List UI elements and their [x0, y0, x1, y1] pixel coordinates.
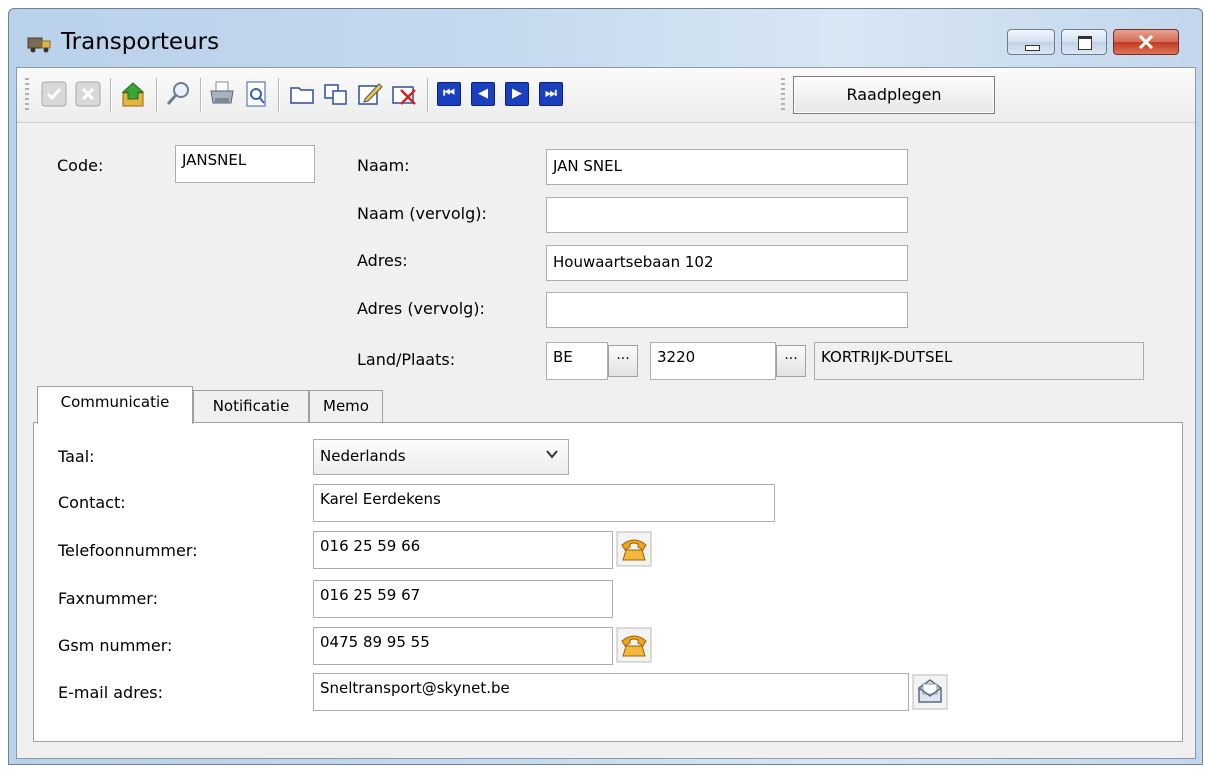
adres-vervolg-field[interactable]	[546, 292, 908, 328]
export-icon[interactable]	[119, 79, 149, 109]
check-icon[interactable]	[39, 79, 69, 109]
toolbar-grip[interactable]	[25, 78, 29, 112]
land-lookup-button[interactable]: ···	[608, 345, 638, 377]
previous-record-icon[interactable]: ◀	[471, 82, 495, 106]
adres-label: Adres:	[357, 251, 408, 270]
telefoon-label: Telefoonnummer:	[58, 541, 198, 560]
restore-button[interactable]	[1061, 29, 1107, 55]
toolbar-separator	[110, 78, 112, 112]
next-record-icon[interactable]: ▶	[505, 82, 529, 106]
plaats-field: KORTRIJK-DUTSEL	[814, 342, 1144, 380]
land-field[interactable]: BE	[546, 342, 608, 380]
edit-icon[interactable]	[355, 79, 385, 109]
taal-select[interactable]: Nederlands	[313, 439, 569, 475]
email-field[interactable]: Sneltransport@skynet.be	[313, 673, 909, 711]
chevron-down-icon	[546, 450, 558, 459]
window-title: Transporteurs	[61, 29, 220, 55]
minimize-icon	[1025, 45, 1040, 51]
fax-label: Faxnummer:	[58, 589, 158, 608]
naam-vervolg-field[interactable]	[546, 197, 908, 233]
toolbar-separator	[156, 78, 158, 112]
phone-icon[interactable]	[616, 627, 652, 663]
taal-selected-value: Nederlands	[320, 447, 406, 465]
toolbar-separator	[427, 78, 429, 112]
last-record-icon[interactable]: ⏭	[539, 82, 563, 106]
mode-button[interactable]: Raadplegen	[793, 76, 995, 114]
taal-label: Taal:	[58, 447, 95, 466]
postcode-field[interactable]: 3220	[650, 342, 776, 380]
copy-icon[interactable]	[321, 79, 351, 109]
close-icon	[1138, 35, 1154, 49]
land-plaats-label: Land/Plaats:	[357, 350, 456, 369]
title-bar[interactable]: Transporteurs	[9, 9, 1202, 67]
transporteurs-window: Transporteurs ⏮ ◀ ▶ ⏭ Raadplegen Code: J…	[8, 8, 1203, 765]
contact-label: Contact:	[58, 493, 126, 512]
print-preview-icon[interactable]	[241, 79, 271, 109]
close-button[interactable]	[1113, 29, 1179, 55]
tab-memo[interactable]: Memo	[309, 390, 383, 422]
gsm-label: Gsm nummer:	[58, 636, 173, 655]
naam-label: Naam:	[357, 156, 410, 175]
minimize-button[interactable]	[1007, 29, 1055, 55]
gsm-field[interactable]: 0475 89 95 55	[313, 627, 613, 665]
tab-notificatie[interactable]: Notificatie	[193, 390, 309, 422]
fax-field[interactable]: 016 25 59 67	[313, 580, 613, 618]
tab-communicatie[interactable]: Communicatie	[37, 386, 193, 424]
cancel-icon[interactable]	[73, 79, 103, 109]
client-area: ⏮ ◀ ▶ ⏭ Raadplegen Code: JANSNEL Naam: J…	[16, 67, 1196, 759]
naam-vervolg-label: Naam (vervolg):	[357, 204, 487, 223]
first-record-icon[interactable]: ⏮	[437, 82, 461, 106]
adres-field[interactable]: Houwaartsebaan 102	[546, 245, 908, 281]
telefoon-field[interactable]: 016 25 59 66	[313, 531, 613, 569]
mail-icon[interactable]	[912, 674, 948, 710]
phone-icon[interactable]	[616, 531, 652, 567]
email-label: E-mail adres:	[58, 683, 164, 702]
toolbar-grip[interactable]	[781, 78, 785, 112]
print-icon[interactable]	[207, 79, 237, 109]
postcode-lookup-button[interactable]: ···	[776, 345, 806, 377]
search-icon[interactable]	[163, 79, 193, 109]
toolbar: ⏮ ◀ ▶ ⏭ Raadplegen	[17, 68, 1195, 123]
toolbar-separator	[278, 78, 280, 112]
new-folder-icon[interactable]	[287, 79, 317, 109]
restore-icon	[1078, 36, 1092, 50]
adres-vervolg-label: Adres (vervolg):	[357, 299, 485, 318]
code-field[interactable]: JANSNEL	[175, 145, 315, 183]
contact-field[interactable]: Karel Eerdekens	[313, 484, 775, 522]
truck-icon	[27, 37, 51, 53]
naam-field[interactable]: JAN SNEL	[546, 149, 908, 185]
code-label: Code:	[57, 156, 104, 175]
toolbar-separator	[200, 78, 202, 112]
communicatie-panel: Taal: Nederlands Contact: Karel Eerdeken…	[33, 422, 1183, 742]
delete-icon[interactable]	[389, 79, 419, 109]
